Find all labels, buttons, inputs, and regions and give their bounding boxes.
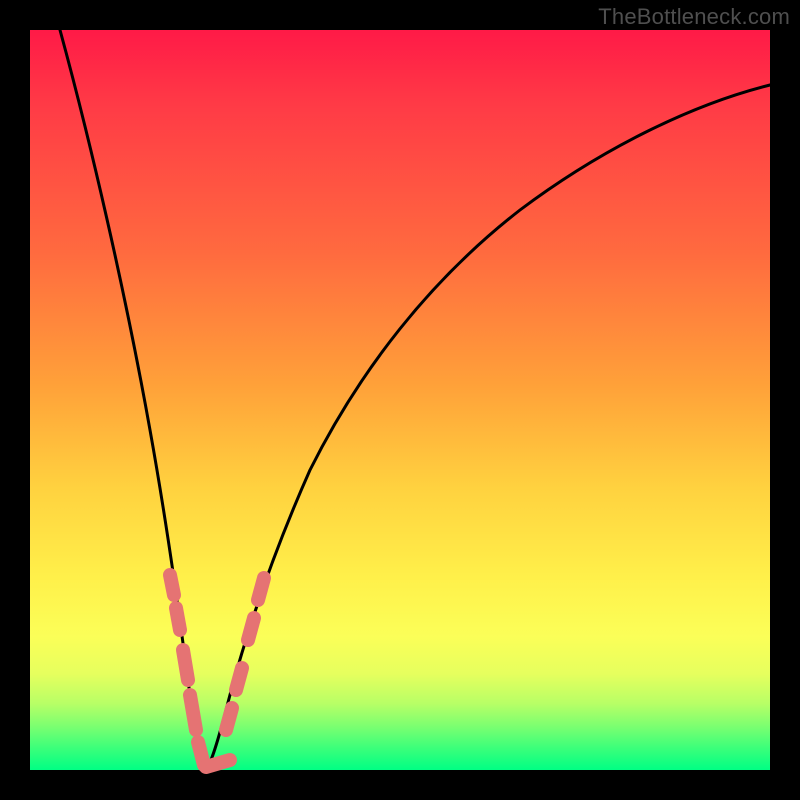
marker-dot xyxy=(170,575,174,595)
marker-dot xyxy=(190,695,196,730)
chart-frame: TheBottleneck.com xyxy=(0,0,800,800)
marker-dot xyxy=(248,618,254,640)
marker-dot xyxy=(206,760,230,767)
marker-dot xyxy=(183,650,188,680)
bottleneck-curve xyxy=(60,30,770,768)
marker-dot xyxy=(258,578,264,600)
marker-dot xyxy=(226,708,232,730)
watermark-label: TheBottleneck.com xyxy=(598,4,790,30)
marker-dot xyxy=(236,668,242,690)
marker-dot xyxy=(176,608,180,630)
curve-layer xyxy=(30,30,770,770)
plot-area xyxy=(30,30,770,770)
